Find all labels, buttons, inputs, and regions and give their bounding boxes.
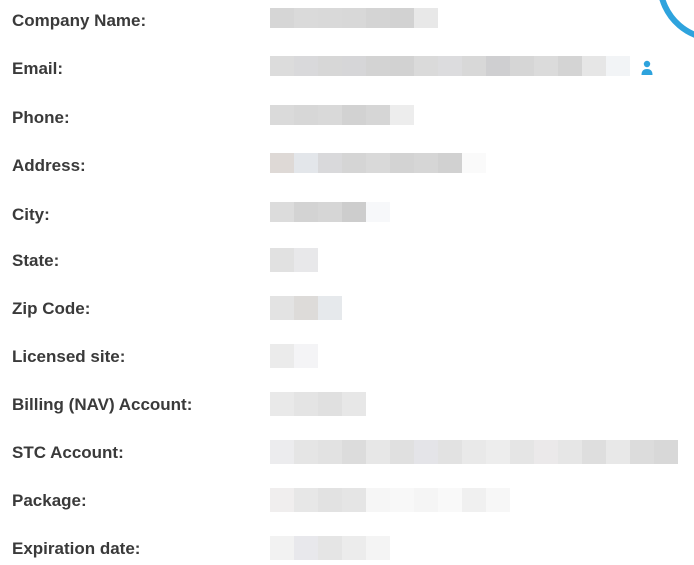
field-label: Zip Code: bbox=[12, 299, 91, 318]
field-label: Package: bbox=[12, 491, 87, 510]
field-package: Package: bbox=[12, 488, 694, 514]
user-icon[interactable] bbox=[640, 60, 654, 76]
address-value-redacted bbox=[270, 153, 486, 179]
field-phone: Phone: bbox=[12, 105, 694, 131]
field-label: STC Account: bbox=[12, 443, 124, 462]
package-value-redacted bbox=[270, 488, 510, 514]
field-label: Expiration date: bbox=[12, 539, 141, 558]
phone-value-redacted bbox=[270, 105, 414, 131]
expiration-date-value-redacted bbox=[270, 536, 390, 562]
city-value-redacted bbox=[270, 202, 390, 228]
field-email: Email: bbox=[12, 56, 694, 82]
zip-code-value-redacted bbox=[270, 296, 342, 322]
field-billing-nav-account: Billing (NAV) Account: bbox=[12, 392, 694, 418]
field-label: Address: bbox=[12, 156, 86, 175]
field-label: Phone: bbox=[12, 108, 70, 127]
field-address: Address: bbox=[12, 153, 694, 179]
company-name-value-redacted bbox=[270, 8, 438, 34]
field-expiration-date: Expiration date: bbox=[12, 536, 694, 562]
licensed-site-value-redacted bbox=[270, 344, 318, 370]
contact-details-panel: Company Name: Email: Phone: Address: Cit… bbox=[0, 0, 694, 565]
field-state: State: bbox=[12, 248, 694, 274]
state-value-redacted bbox=[270, 248, 318, 274]
field-zip-code: Zip Code: bbox=[12, 296, 694, 322]
field-company-name: Company Name: bbox=[12, 8, 694, 34]
field-label: City: bbox=[12, 205, 50, 224]
field-licensed-site: Licensed site: bbox=[12, 344, 694, 370]
stc-account-value-redacted bbox=[270, 440, 678, 466]
field-label: State: bbox=[12, 251, 60, 270]
field-city: City: bbox=[12, 202, 694, 228]
field-label: Email: bbox=[12, 59, 64, 78]
field-stc-account: STC Account: bbox=[12, 440, 694, 466]
email-value-redacted bbox=[270, 56, 630, 82]
spinner-ring-icon bbox=[659, 0, 694, 38]
field-label: Company Name: bbox=[12, 11, 147, 30]
field-label: Billing (NAV) Account: bbox=[12, 395, 193, 414]
billing-account-value-redacted bbox=[270, 392, 366, 418]
field-label: Licensed site: bbox=[12, 347, 126, 366]
